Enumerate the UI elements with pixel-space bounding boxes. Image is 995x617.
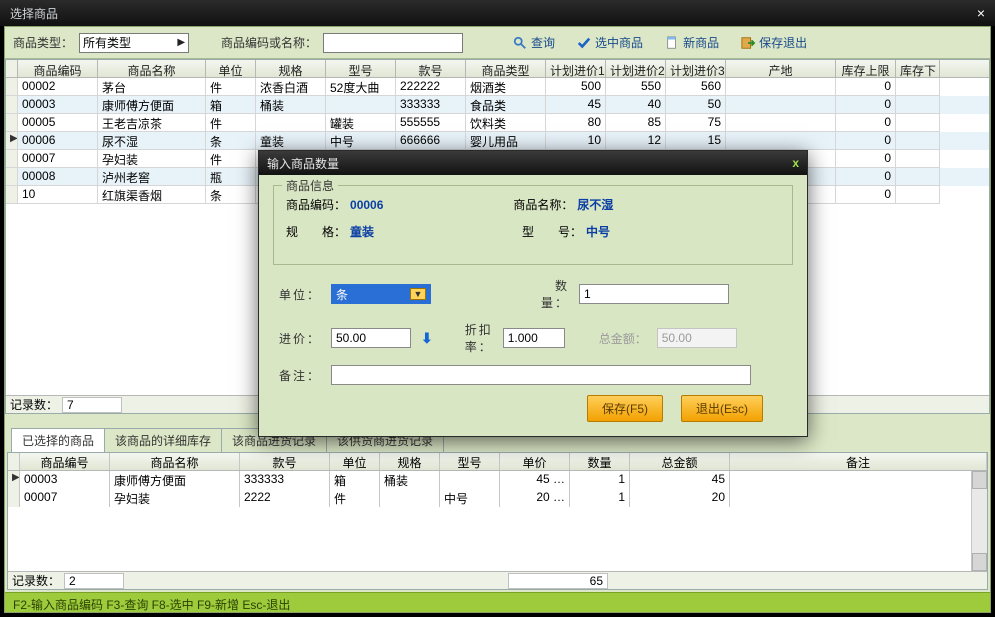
selected-grid: 商品编号 商品名称 款号 单位 规格 型号 单价 数量 总金额 备注 ▶0000…	[7, 452, 988, 590]
check-icon	[577, 36, 591, 50]
grid-header: 商品编码 商品名称 单位 规格 型号 款号 商品类型 计划进价1 计划进价2 计…	[6, 60, 989, 78]
quantity-dialog: 输入商品数量 x 商品信息 商品编码：00006 商品名称：尿不湿 规 格：童装…	[258, 150, 808, 437]
save-exit-icon	[741, 36, 755, 50]
fieldset-legend: 商品信息	[282, 177, 338, 194]
record-count: 7	[62, 397, 122, 413]
type-combo[interactable]: 所有类型 ▶	[79, 33, 189, 53]
code-label: 商品编码或名称：	[221, 34, 317, 51]
status-bar: F2-输入商品编码 F3-查询 F8-选中 F9-新增 Esc-退出	[5, 592, 990, 612]
new-product-button[interactable]: 新商品	[657, 32, 727, 53]
discount-input[interactable]	[503, 328, 565, 348]
info-spec: 童装	[350, 225, 374, 239]
type-combo-value: 所有类型	[83, 34, 131, 51]
table-row[interactable]: 00002茅台件浓香白酒52度大曲222222烟酒类5005505600	[6, 78, 989, 96]
lower-total: 65	[508, 573, 608, 589]
tab-product-stock[interactable]: 该商品的详细库存	[104, 428, 222, 452]
qty-input[interactable]	[579, 284, 729, 304]
type-label: 商品类型：	[13, 34, 73, 51]
chevron-right-icon: ▶	[177, 37, 185, 48]
query-button[interactable]: 查询	[505, 32, 563, 53]
table-row[interactable]: ▶00006尿不湿条童装中号666666婴儿用品1012150	[6, 132, 989, 150]
dialog-close-button[interactable]: x	[792, 156, 799, 170]
lower-record-count: 2	[64, 573, 124, 589]
save-button[interactable]: 保存(F5)	[587, 395, 663, 422]
window-close-button[interactable]: ×	[977, 5, 985, 21]
dropdown-icon: ▼	[410, 288, 426, 300]
save-exit-button[interactable]: 保存退出	[733, 32, 815, 53]
table-row[interactable]: 00003康师傅方便面箱桶装333333食品类4540500	[6, 96, 989, 114]
info-name: 尿不湿	[577, 198, 613, 212]
arrow-down-icon[interactable]: ⬇	[421, 330, 433, 347]
table-row[interactable]: 00007孕妇装2222件中号20 …120	[8, 489, 987, 507]
toolbar: 商品类型： 所有类型 ▶ 商品编码或名称： 查询 选中商品 新商品	[5, 27, 990, 59]
exit-button[interactable]: 退出(Esc)	[681, 395, 763, 422]
table-row[interactable]: ▶00003康师傅方便面333333箱桶装45 …145	[8, 471, 987, 489]
dialog-title: 输入商品数量	[267, 155, 339, 172]
select-product-button[interactable]: 选中商品	[569, 32, 651, 53]
tab-selected-products[interactable]: 已选择的商品	[11, 428, 105, 452]
info-model: 中号	[586, 225, 610, 239]
search-input[interactable]	[323, 33, 463, 53]
table-row[interactable]: 00005王老吉凉茶件罐装555555饮料类8085750	[6, 114, 989, 132]
window-title: 选择商品	[10, 5, 58, 22]
info-code: 00006	[350, 198, 383, 212]
remark-input[interactable]	[331, 365, 751, 385]
document-icon	[665, 36, 679, 50]
total-field	[657, 328, 737, 348]
unit-combo[interactable]: 条 ▼	[331, 284, 431, 304]
scrollbar[interactable]	[971, 471, 987, 571]
search-icon	[513, 36, 527, 50]
price-input[interactable]	[331, 328, 411, 348]
